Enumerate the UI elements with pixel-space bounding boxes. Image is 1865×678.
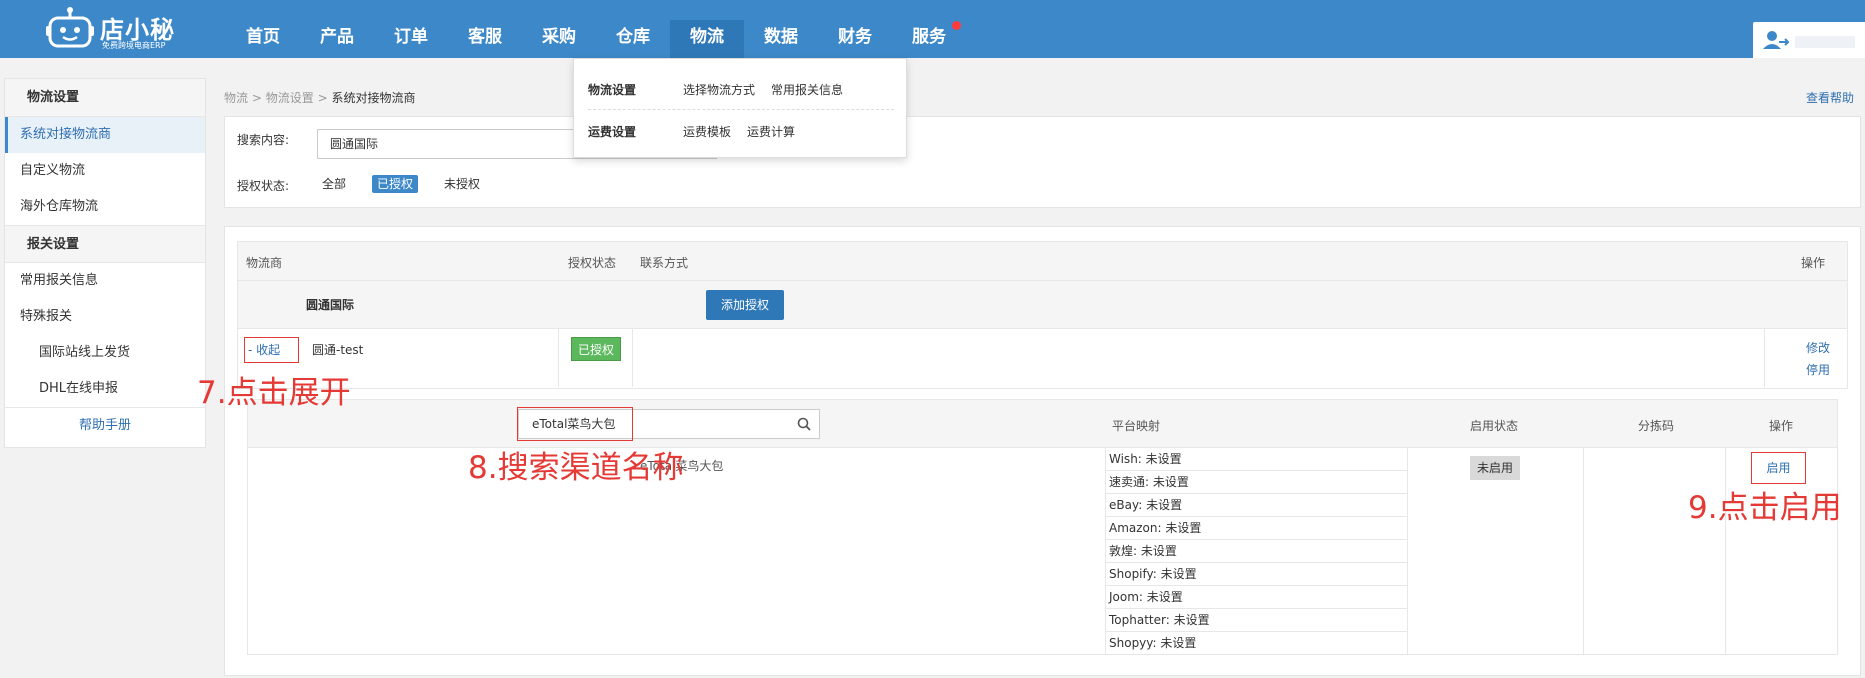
edit-link[interactable]: 修改 (1806, 339, 1830, 356)
status-badge-disabled: 未启用 (1470, 456, 1520, 480)
dropdown-group-title: 物流设置 (588, 82, 637, 97)
search-content-label: 搜索内容: (237, 133, 290, 147)
nav-customer-service[interactable]: 客服 (448, 0, 522, 58)
search-panel: 搜索内容: 圆通国际 授权状态: 全部 已授权 未授权 (224, 116, 1861, 208)
nav-data[interactable]: 数据 (744, 0, 818, 58)
enable-channel-button[interactable]: 启用 (1751, 452, 1806, 484)
sidebar-section-title: 报关设置 (5, 225, 205, 263)
nav-finance[interactable]: 财务 (818, 0, 892, 58)
breadcrumb-item[interactable]: 物流设置 (266, 91, 314, 105)
cell-divider (1725, 448, 1726, 654)
dropdown-item-freight-template[interactable]: 运费模板 (683, 123, 731, 140)
col-channel-action: 操作 (1769, 419, 1794, 433)
auth-filter-authorized[interactable]: 已授权 (372, 175, 419, 193)
carrier-group-row: 圆通国际 添加授权 (237, 281, 1848, 329)
list-item[interactable]: Amazon: 未设置 (1105, 517, 1407, 540)
dropdown-divider (588, 109, 894, 110)
status-badge-authorized: 已授权 (571, 337, 621, 361)
logo[interactable]: 店小秘 免费跨境电商ERP (46, 4, 186, 52)
brand-slogan: 免费跨境电商ERP (102, 41, 166, 50)
nav-orders[interactable]: 订单 (374, 0, 448, 58)
breadcrumb: 物流 > 物流设置 > 系统对接物流商 (224, 89, 415, 106)
user-menu[interactable] (1753, 22, 1865, 58)
list-item[interactable]: 速卖通: 未设置 (1105, 471, 1407, 494)
sidebar-item-customs-info[interactable]: 常用报关信息 (5, 263, 205, 299)
provider-name: 圆通-test (312, 343, 364, 357)
collapse-toggle[interactable]: - 收起 (244, 337, 299, 363)
breadcrumb-current: 系统对接物流商 (331, 91, 416, 105)
sidebar: 物流设置 系统对接物流商 自定义物流 海外仓库物流 报关设置 常用报关信息 特殊… (4, 78, 206, 448)
list-item[interactable]: Tophatter: 未设置 (1105, 609, 1407, 632)
list-item[interactable]: 敦煌: 未设置 (1105, 540, 1407, 563)
dropdown-group-title: 运费设置 (588, 124, 637, 139)
col-contact: 联系方式 (640, 256, 689, 270)
channel-search[interactable]: eTotal菜鸟大包 (517, 407, 820, 441)
view-help-link[interactable]: 查看帮助 (1806, 89, 1854, 106)
auth-filter-all[interactable]: 全部 (317, 175, 351, 193)
top-header: 店小秘 免费跨境电商ERP 首页 产品 订单 客服 采购 仓库 物流 数据 财务… (0, 0, 1865, 58)
sidebar-item-custom-logistics[interactable]: 自定义物流 (5, 153, 205, 189)
dropdown-row-logistics-settings: 物流设置 选择物流方式 常用报关信息 (588, 69, 894, 109)
carrier-group-name: 圆通国际 (306, 298, 355, 312)
disable-link[interactable]: 停用 (1806, 361, 1830, 378)
table-row: - 收起 圆通-test 已授权 修改 停用 (237, 329, 1848, 389)
sidebar-item-intl-station[interactable]: 国际站线上发货 (5, 335, 205, 371)
user-icon (1763, 31, 1789, 49)
cell-divider (632, 329, 633, 387)
annotation-step8: 8.搜索渠道名称 (468, 450, 684, 486)
sidebar-help-manual[interactable]: 帮助手册 (5, 407, 205, 443)
annotation-step9: 9.点击启用 (1688, 490, 1842, 526)
sidebar-item-special-customs[interactable]: 特殊报关 (5, 299, 205, 335)
list-item[interactable]: Joom: 未设置 (1105, 586, 1407, 609)
col-platform-mapping: 平台映射 (1112, 419, 1161, 433)
auth-filter-unauthorized[interactable]: 未授权 (439, 175, 485, 193)
annotation-step7: 7.点击展开 (197, 375, 351, 411)
nav-warehouse[interactable]: 仓库 (596, 0, 670, 58)
table-header: 物流商 授权状态 联系方式 操作 (237, 241, 1848, 281)
dropdown-item-customs-info[interactable]: 常用报关信息 (771, 81, 843, 98)
sidebar-section-title: 物流设置 (5, 79, 205, 117)
cell-divider (558, 329, 559, 387)
channel-table-header: eTotal菜鸟大包 平台映射 启用状态 分拣码 操作 (248, 400, 1837, 448)
sidebar-item-dhl-declare[interactable]: DHL在线申报 (5, 371, 205, 407)
list-item[interactable]: Shopyy: 未设置 (1105, 632, 1407, 655)
nav-home[interactable]: 首页 (226, 0, 300, 58)
list-item[interactable]: eBay: 未设置 (1105, 494, 1407, 517)
dropdown-item-freight-calc[interactable]: 运费计算 (747, 123, 795, 140)
col-provider: 物流商 (246, 256, 283, 270)
sidebar-item-overseas-warehouse[interactable]: 海外仓库物流 (5, 189, 205, 225)
breadcrumb-sep: > (317, 91, 328, 105)
nav-products[interactable]: 产品 (300, 0, 374, 58)
cell-divider (1764, 329, 1765, 387)
nav-logistics[interactable]: 物流 (670, 20, 744, 58)
channel-search-input[interactable]: eTotal菜鸟大包 (517, 407, 633, 441)
breadcrumb-item[interactable]: 物流 (224, 91, 248, 105)
list-item[interactable]: Shopify: 未设置 (1105, 563, 1407, 586)
col-auth-status: 授权状态 (568, 256, 617, 270)
cell-divider (1407, 448, 1408, 654)
logistics-dropdown-menu: 物流设置 选择物流方式 常用报关信息 运费设置 运费模板 运费计算 (573, 58, 907, 158)
username-blurred (1795, 36, 1855, 48)
auth-status-label: 授权状态: (237, 179, 290, 193)
main-nav: 首页 产品 订单 客服 采购 仓库 物流 数据 财务 服务 (226, 0, 966, 58)
sidebar-item-system-carriers[interactable]: 系统对接物流商 (5, 117, 205, 153)
dropdown-item-select-shipping[interactable]: 选择物流方式 (683, 81, 755, 98)
cell-divider (1583, 448, 1584, 654)
col-action: 操作 (1801, 256, 1826, 270)
notification-dot (952, 21, 961, 30)
search-icon[interactable] (797, 417, 811, 431)
breadcrumb-sep: > (251, 91, 262, 105)
add-authorization-button[interactable]: 添加授权 (706, 290, 784, 320)
robot-logo-icon (46, 7, 94, 48)
platform-mapping-list: Wish: 未设置 速卖通: 未设置 eBay: 未设置 Amazon: 未设置… (1105, 448, 1407, 655)
nav-purchasing[interactable]: 采购 (522, 0, 596, 58)
channel-table: eTotal菜鸟大包 平台映射 启用状态 分拣码 操作 eTotal菜鸟大包 W… (247, 399, 1838, 655)
dropdown-row-freight-settings: 运费设置 运费模板 运费计算 (588, 111, 894, 151)
col-enable-status: 启用状态 (1470, 419, 1519, 433)
list-item[interactable]: Wish: 未设置 (1105, 448, 1407, 471)
col-sort-code: 分拣码 (1638, 419, 1675, 433)
